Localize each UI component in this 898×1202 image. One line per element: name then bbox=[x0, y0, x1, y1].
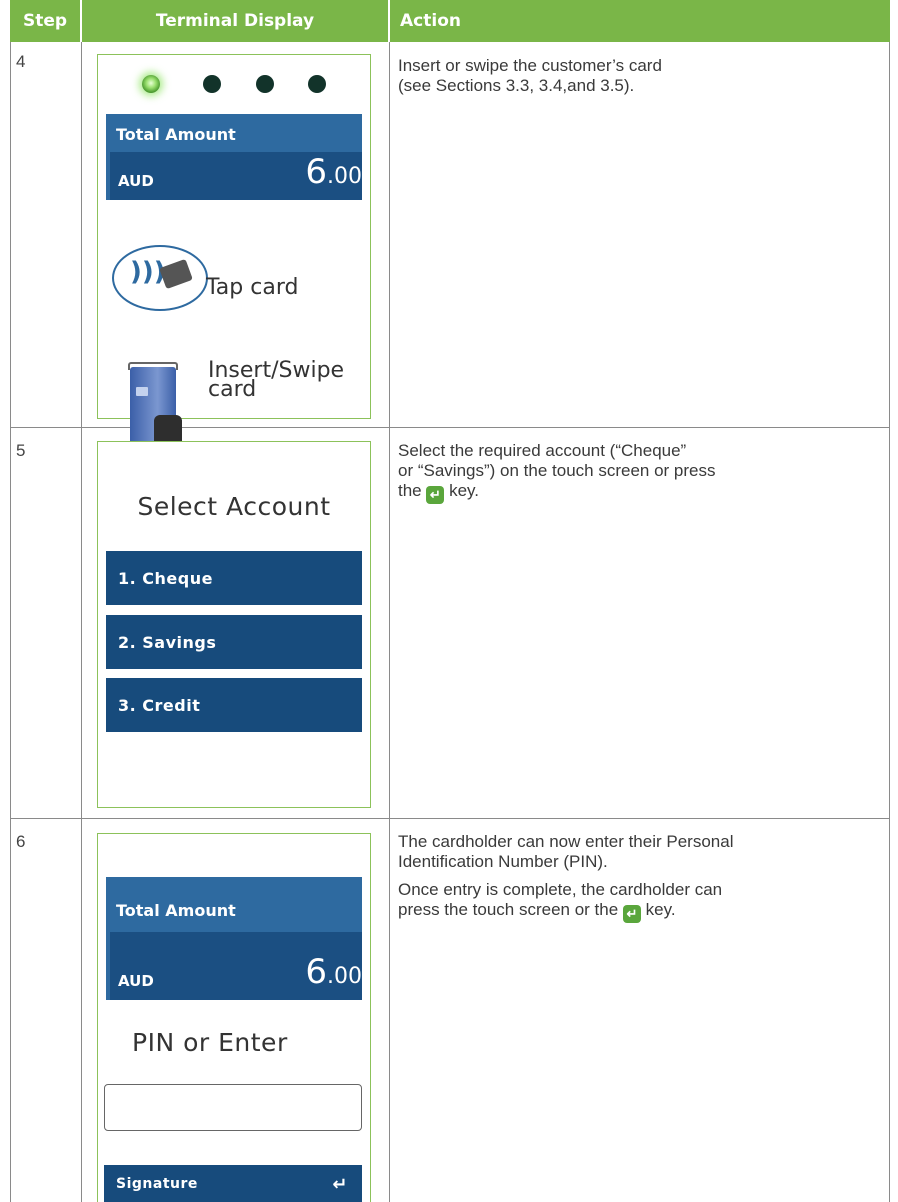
header-terminal-display: Terminal Display bbox=[82, 0, 388, 42]
header-step: Step bbox=[10, 0, 80, 42]
currency-label: AUD bbox=[118, 972, 154, 990]
terminal-screen-step-5: Select Account 1. Cheque 2. Savings 3. C… bbox=[97, 441, 371, 808]
total-amount-panel: Total Amount AUD 6.00 bbox=[106, 877, 362, 1000]
insert-swipe-label: Insert/Swipe card bbox=[208, 358, 345, 402]
enter-key-icon: ↵ bbox=[622, 905, 641, 923]
select-account-title: Select Account bbox=[137, 492, 331, 521]
procedure-table: Step Terminal Display Action 4 Total Amo… bbox=[10, 0, 890, 1202]
signature-button[interactable]: Signature ↵ bbox=[104, 1165, 362, 1202]
pin-input[interactable] bbox=[104, 1084, 362, 1131]
status-light bbox=[203, 75, 221, 93]
status-light bbox=[308, 75, 326, 93]
enter-arrow-icon: ↵ bbox=[332, 1173, 348, 1195]
total-amount-label: Total Amount bbox=[116, 125, 236, 144]
total-amount-panel: Total Amount AUD 6.00 bbox=[106, 114, 362, 200]
contactless-tap-icon: ))) bbox=[112, 245, 208, 311]
account-option-savings[interactable]: 2. Savings bbox=[106, 615, 362, 669]
terminal-screen-step-6: Total Amount AUD 6.00 PIN or Enter Signa… bbox=[97, 833, 371, 1202]
pin-prompt: PIN or Enter bbox=[132, 1028, 288, 1057]
row-divider bbox=[10, 818, 890, 819]
header-action: Action bbox=[390, 0, 890, 42]
terminal-screen-step-4: Total Amount AUD 6.00 ))) Tap card Inser… bbox=[97, 54, 371, 481]
signature-label: Signature bbox=[116, 1176, 198, 1192]
action-text-step-4: Insert or swipe the customer’s card (see… bbox=[398, 56, 662, 95]
tap-card-label: Tap card bbox=[206, 275, 299, 300]
step-number: 4 bbox=[16, 52, 26, 71]
action-text-step-6: The cardholder can now enter their Perso… bbox=[398, 832, 734, 923]
account-option-cheque[interactable]: 1. Cheque bbox=[106, 551, 362, 605]
table-border-right bbox=[889, 42, 890, 1202]
status-light bbox=[256, 75, 274, 93]
currency-label: AUD bbox=[118, 172, 154, 190]
enter-key-icon: ↵ bbox=[426, 486, 445, 504]
account-option-credit[interactable]: 3. Credit bbox=[106, 678, 362, 732]
amount-value: 6.00 bbox=[305, 152, 362, 192]
column-divider bbox=[81, 42, 82, 1202]
status-light-active bbox=[142, 75, 160, 93]
amount-value: 6.00 bbox=[305, 952, 362, 992]
action-text-step-5: Select the required account (“Cheque” or… bbox=[398, 441, 716, 504]
column-divider bbox=[389, 42, 390, 1202]
table-border-left bbox=[10, 42, 11, 1202]
total-amount-label: Total Amount bbox=[116, 901, 236, 920]
step-number: 6 bbox=[16, 832, 26, 851]
step-number: 5 bbox=[16, 441, 26, 460]
